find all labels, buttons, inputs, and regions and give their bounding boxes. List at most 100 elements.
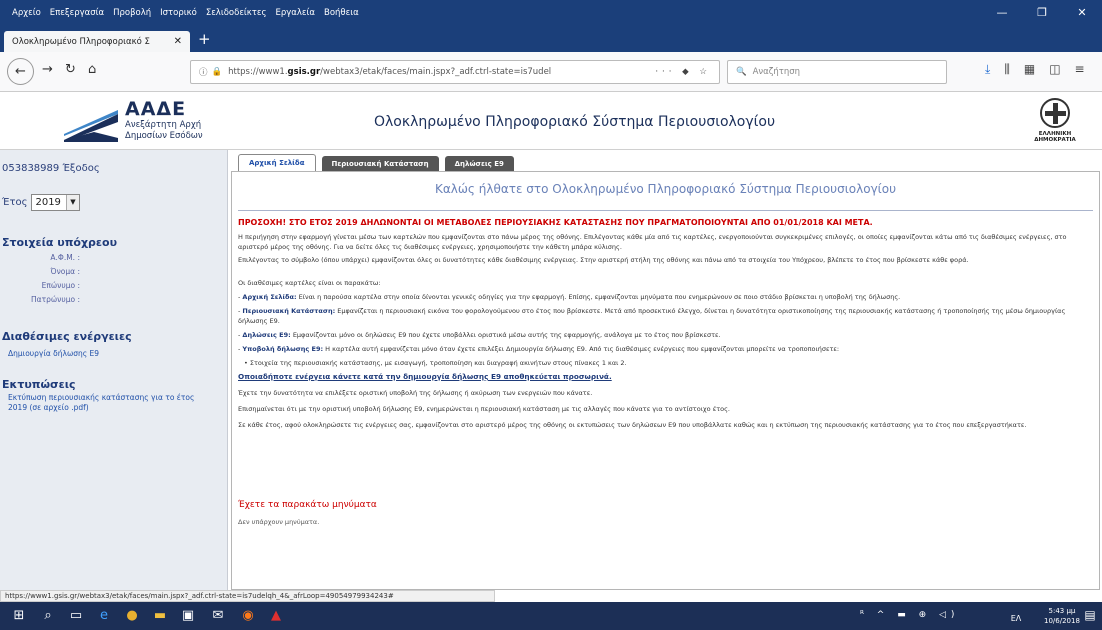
browser-tab[interactable]: Ολοκληρωμένο Πληροφοριακό Σ ✕ (4, 31, 190, 52)
menu-history[interactable]: Ιστορικό (160, 8, 197, 18)
tab-desc-submit-e9: - Υποβολή δήλωσης Ε9: Η καρτέλα αυτή εμφ… (238, 345, 840, 353)
acrobat-icon[interactable]: ▲ (266, 607, 286, 625)
menu-bookmarks[interactable]: Σελιδοδείκτες (206, 8, 267, 18)
prints-heading: Εκτυπώσεις (2, 378, 76, 391)
browser-tabbar: Ολοκληρωμένο Πληροφοριακό Σ ✕ + (0, 26, 1102, 52)
lock-icon: 🔒 (211, 67, 223, 77)
status-bar-url: https://www1.gsis.gr/webtax3/etak/faces/… (0, 590, 495, 602)
welcome-heading: Καλώς ήλθατε στο Ολοκληρωμένο Πληροφορια… (434, 182, 897, 196)
print-asset-status-link[interactable]: Εκτύπωση περιουσιακής κατάστασης για το … (8, 393, 213, 413)
file-explorer-icon[interactable]: ▬ (150, 607, 170, 625)
emblem-cross-icon (1040, 98, 1070, 128)
mail-icon[interactable]: ✉ (208, 607, 228, 625)
field-fathers-name: Πατρώνυμο : (31, 295, 80, 304)
task-view-icon[interactable]: ▭ (66, 607, 86, 625)
divider (238, 210, 1093, 211)
brand: ΑΑΔΕ Ανεξάρτητη Αρχή Δημοσίων Εσόδων (125, 98, 203, 142)
tab-desc-e9: - Δηλώσεις Ε9: Εμφανίζονται μόνο οι δηλώ… (238, 331, 721, 339)
browser-navbar: ← → ↻ ⌂ ⓘ 🔒 https://www1. gsis.gr/webtax3… (0, 52, 1102, 92)
windows-taskbar: ⊞ ⌕ ▭ e ● ▬ ▣ ✉ ◉ ▲ ᴿ ^ ▬ ⊕ ◁) ΕΛ 5:43 μ… (0, 602, 1102, 630)
user-info: 053838989 Έξοδος (2, 163, 100, 174)
chevron-down-icon[interactable]: ▼ (65, 195, 79, 210)
emblem-text: ΕΛΛΗΝΙΚΗ ΔΗΜΟΚΡΑΤΙΑ (1034, 131, 1076, 143)
windows-start-icon[interactable]: ⊞ (9, 607, 29, 625)
edge-icon[interactable]: e (94, 607, 114, 625)
home-icon[interactable]: ⌂ (88, 62, 96, 77)
page-tabs: Αρχική Σελίδα Περιουσιακή Κατάσταση Δηλώ… (231, 150, 1102, 171)
tab-desc-home: - Αρχική Σελίδα: Είναι η παρούσα καρτέλα… (238, 293, 901, 301)
firefox-icon[interactable]: ◉ (238, 607, 258, 625)
site-title: Ολοκληρωμένο Πληροφοριακό Σύστημα Περιου… (374, 114, 776, 130)
hellenic-republic-emblem: ΕΛΛΗΝΙΚΗ ΔΗΜΟΚΡΑΤΙΑ (1025, 98, 1085, 143)
tabs-intro: Οι διαθέσιμες καρτέλες είναι οι παρακάτω… (238, 279, 381, 287)
page-actions-icon[interactable]: ··· ◆ ☆ (655, 67, 711, 77)
field-surname: Επώνυμο : (41, 281, 80, 290)
year-selector: Έτος 2019 ▼ (2, 194, 80, 211)
chrome-icon[interactable]: ● (122, 607, 142, 625)
info-icon[interactable]: ⓘ (199, 66, 208, 78)
library-icon[interactable]: ⫼ (1004, 62, 1010, 77)
create-e9-link[interactable]: Δημιουργία δήλωσης Ε9 (8, 349, 99, 359)
hamburger-menu-icon[interactable]: ≡ (1075, 62, 1085, 77)
system-tray-icons[interactable]: ᴿ ^ ▬ ⊕ ◁) (860, 610, 959, 620)
tab-e9-declarations[interactable]: Δηλώσεις Ε9 (444, 156, 514, 171)
final-submit-paragraph: Έχετε την δυνατότητα να επιλέξετε οριστι… (238, 389, 593, 397)
menu-view[interactable]: Προβολή (113, 8, 151, 18)
url-bar[interactable]: ⓘ 🔒 https://www1. gsis.gr/webtax3/etak/fa… (190, 60, 720, 84)
minimize-icon[interactable]: — (982, 0, 1022, 26)
restore-icon[interactable]: ❐ (1022, 0, 1062, 26)
menu-tools[interactable]: Εργαλεία (276, 8, 316, 18)
site-header: ΑΑΔΕ Ανεξάρτητη Αρχή Δημοσίων Εσόδων Ολο… (0, 92, 1102, 150)
user-afm: 053838989 (2, 163, 60, 174)
menu-file[interactable]: Αρχείο (12, 8, 41, 18)
tab-desc-asset-status: - Περιουσιακή Κατάσταση: Εμφανίζεται η π… (238, 307, 1066, 325)
url-rest: /webtax3/etak/faces/main.jspx?_adf.ctrl-… (320, 67, 552, 77)
bullet-item: • Στοιχεία της περιουσιακής κατάστασης, … (244, 359, 627, 367)
forward-arrow-icon[interactable]: → (42, 62, 53, 77)
temporary-save-note: Οποιαδήποτε ενέργεια κάνετε κατά την δημ… (238, 372, 612, 381)
symbol-paragraph: Επιλέγοντας το σύμβολο (όπου υπάρχει) εμ… (238, 256, 969, 264)
tab-home[interactable]: Αρχική Σελίδα (238, 154, 316, 171)
download-icon[interactable]: ⤓ (985, 62, 990, 77)
messages-empty-text: Δεν υπάρχουν μηνύματα. (238, 518, 320, 526)
reload-icon[interactable]: ↻ (65, 62, 76, 77)
store-icon[interactable]: ▣ (178, 607, 198, 625)
logout-link[interactable]: Έξοδος (62, 163, 99, 174)
back-arrow-icon[interactable]: ← (7, 58, 34, 85)
year-value: 2019 (35, 197, 61, 208)
intro-paragraph: Η περιήγηση στην εφαρμογή γίνεται μέσω τ… (238, 233, 1067, 251)
prints-paragraph: Σε κάθε έτος, αφού ολοκληρώσετε τις ενέρ… (238, 421, 1027, 429)
window-controls: — ❐ ✕ (982, 0, 1102, 26)
search-taskbar-icon[interactable]: ⌕ (38, 607, 58, 625)
warning-text: ΠΡΟΣΟΧΗ! ΣΤΟ ΕΤΟΣ 2019 ΔΗΛΩΝΟΝΤΑΙ ΟΙ ΜΕΤ… (238, 218, 873, 227)
search-icon: 🔍 (736, 67, 747, 77)
language-indicator[interactable]: ΕΛ (1005, 610, 1027, 628)
field-name: Όνομα : (50, 267, 80, 276)
clock-date: 10/6/2018 (1044, 617, 1080, 625)
sidebar-icon[interactable]: ◫ (1049, 62, 1060, 77)
menu-list: Αρχείο Επεξεργασία Προβολή Ιστορικό Σελι… (0, 8, 359, 18)
close-window-icon[interactable]: ✕ (1062, 0, 1102, 26)
menu-help[interactable]: Βοήθεια (324, 8, 359, 18)
search-placeholder: Αναζήτηση (752, 67, 801, 77)
year-select[interactable]: 2019 ▼ (31, 194, 80, 211)
search-input[interactable]: 🔍 Αναζήτηση (727, 60, 947, 84)
note-paragraph: Επισημαίνεται ότι με την οριστική υποβολ… (238, 405, 730, 413)
menu-edit[interactable]: Επεξεργασία (50, 8, 104, 18)
browser-menubar: Αρχείο Επεξεργασία Προβολή Ιστορικό Σελι… (0, 0, 1102, 26)
clock[interactable]: 5:43 μμ 10/6/2018 (1044, 606, 1080, 626)
extension-icon[interactable]: ▦ (1024, 62, 1035, 77)
close-tab-icon[interactable]: ✕ (174, 36, 182, 47)
tab-asset-status[interactable]: Περιουσιακή Κατάσταση (321, 156, 439, 171)
tab-title: Ολοκληρωμένο Πληροφοριακό Σ (12, 36, 150, 47)
url-prefix: https://www1. (228, 67, 288, 77)
year-label: Έτος (2, 197, 28, 208)
aade-logo-icon (64, 110, 118, 142)
brand-sub2: Δημοσίων Εσόδων (125, 131, 203, 141)
brand-sub1: Ανεξάρτητη Αρχή (125, 120, 202, 130)
notifications-icon[interactable]: ▤ (1080, 606, 1100, 624)
new-tab-icon[interactable]: + (198, 30, 211, 48)
sidebar: 053838989 Έξοδος Έτος 2019 ▼ Στοιχεία υπ… (0, 150, 228, 590)
clock-time: 5:43 μμ (1048, 607, 1076, 615)
url-domain: gsis.gr (287, 67, 321, 77)
